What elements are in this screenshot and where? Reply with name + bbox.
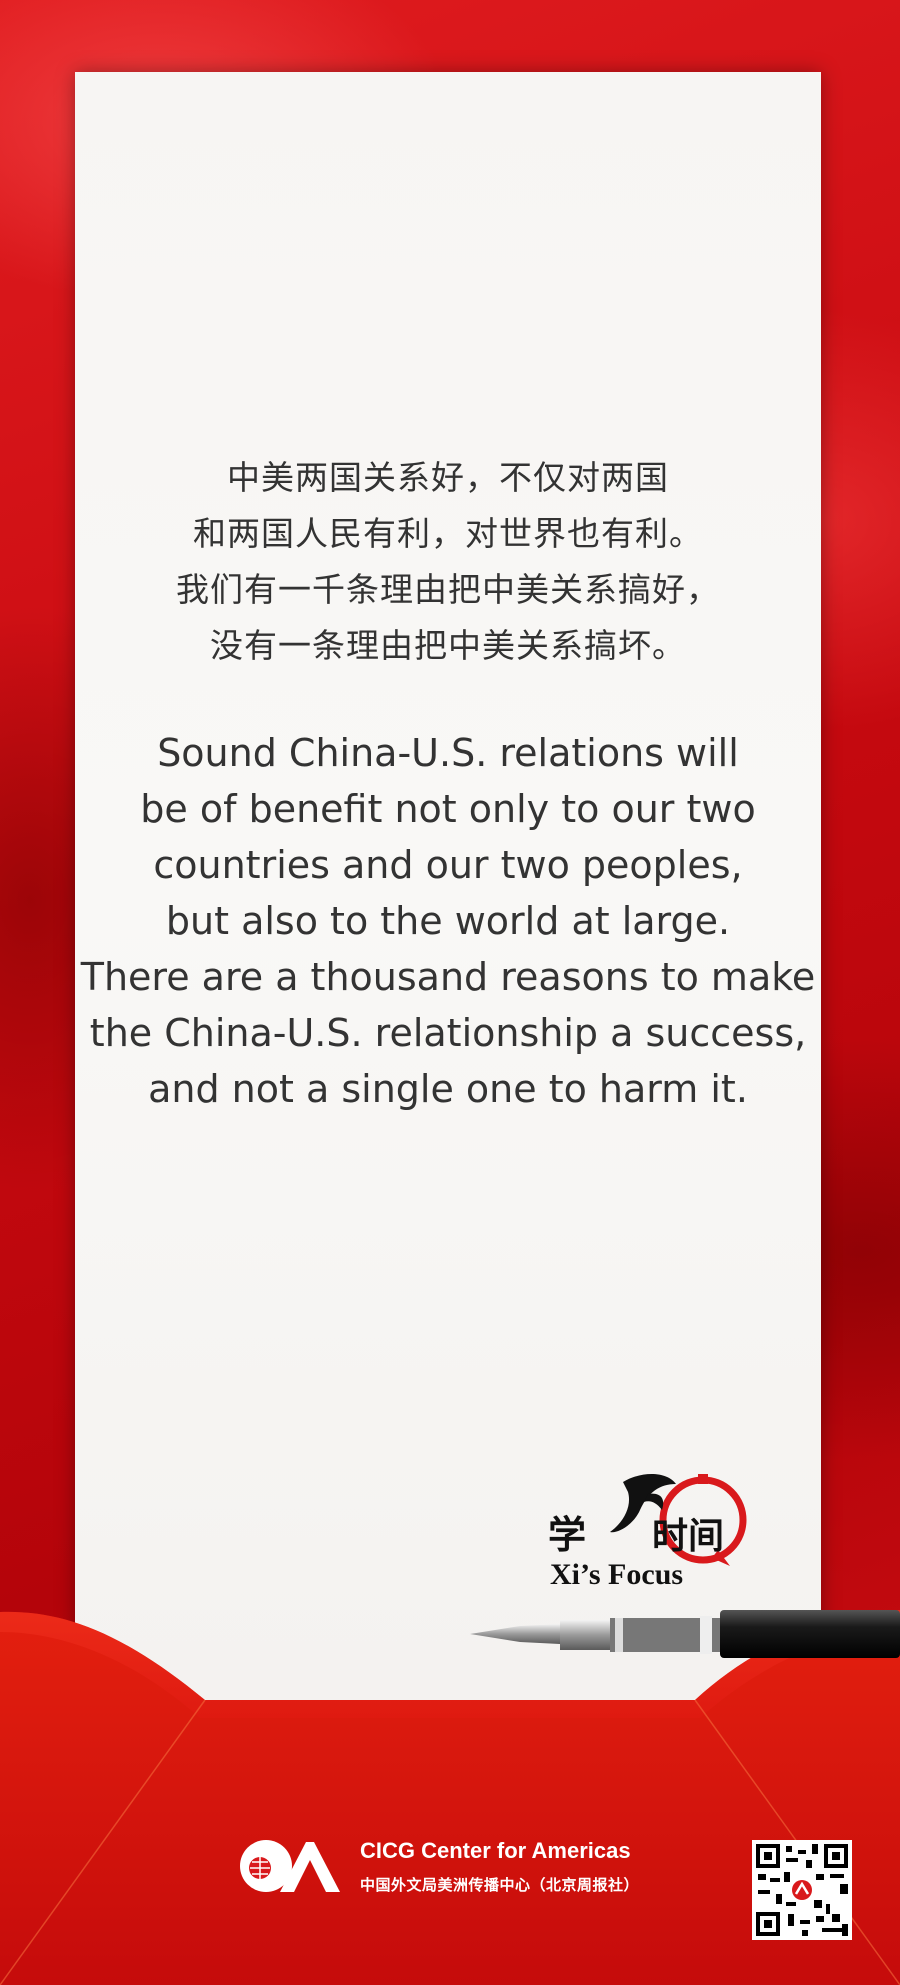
quote-en-line: Sound China-U.S. relations will <box>157 731 739 775</box>
quote-en-line: be of benefit not only to our two <box>140 787 756 831</box>
fountain-pen-icon <box>470 1610 900 1658</box>
quote-zh-line: 我们有一千条理由把中美关系搞好， <box>176 570 720 609</box>
logo-char-xue: 学 <box>548 1512 586 1557</box>
quote-zh-line: 没有一条理由把中美关系搞坏。 <box>210 626 686 665</box>
quote-en-line: countries and our two peoples, <box>153 843 743 887</box>
qr-code <box>752 1840 852 1940</box>
quote-zh-line: 中美两国关系好，不仅对两国 <box>227 458 669 497</box>
quote-zh-line: 和两国人民有利，对世界也有利。 <box>193 514 703 553</box>
org-name-chinese: 中国外文局美洲传播中心（北京周报社） <box>360 1876 640 1894</box>
quote-english: Sound China-U.S. relations will be of be… <box>75 725 821 1117</box>
quote-en-line: and not a single one to harm it. <box>148 1067 748 1111</box>
org-name-english: CICG Center for Americas <box>360 1838 631 1863</box>
quote-en-line: There are a thousand reasons to make <box>80 955 816 999</box>
quote-en-line: but also to the world at large. <box>165 899 731 943</box>
logo-chars-shijian: 时间 <box>652 1515 724 1557</box>
quote-chinese: 中美两国关系好，不仅对两国 和两国人民有利，对世界也有利。 我们有一千条理由把中… <box>75 450 821 674</box>
quote-en-line: the China-U.S. relationship a success, <box>89 1011 807 1055</box>
cicg-logo-icon <box>240 1840 340 1892</box>
